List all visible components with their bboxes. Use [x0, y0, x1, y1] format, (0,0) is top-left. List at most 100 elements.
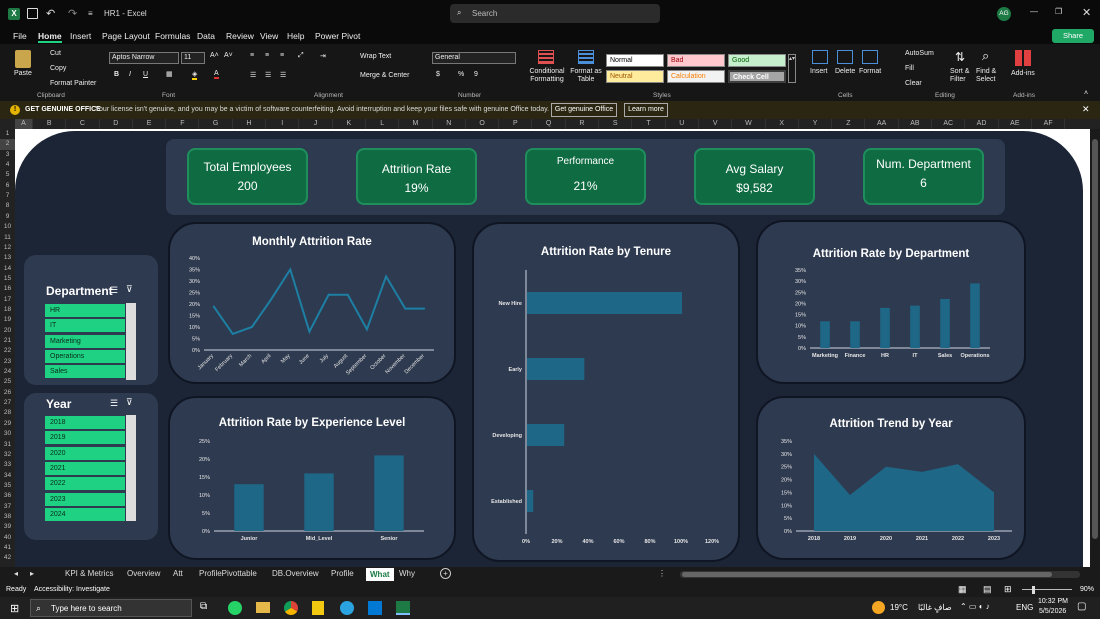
column-header[interactable]: H: [233, 119, 267, 129]
grow-font-icon[interactable]: A˄: [210, 52, 219, 59]
row-header[interactable]: 15: [0, 274, 15, 284]
insert-cells-button[interactable]: Insert: [810, 68, 828, 75]
telegram-icon[interactable]: [340, 601, 354, 615]
slicer-item[interactable]: HR: [45, 304, 125, 317]
row-header[interactable]: 9: [0, 212, 15, 222]
column-header[interactable]: I: [266, 119, 300, 129]
row-header[interactable]: 8: [0, 201, 15, 211]
sheet-tab[interactable]: Why: [399, 569, 415, 578]
align-left-icon[interactable]: ☰: [250, 71, 256, 79]
row-header[interactable]: 25: [0, 377, 15, 387]
find-select-button[interactable]: Find & Select: [976, 68, 1002, 84]
slicer-item[interactable]: Sales: [45, 365, 125, 379]
column-header[interactable]: C: [66, 119, 100, 129]
number-format-select[interactable]: General: [432, 52, 516, 64]
insert-cells-icon[interactable]: [812, 50, 828, 64]
clear-filter-icon[interactable]: ⊽: [126, 397, 133, 408]
menu-home[interactable]: Home: [38, 31, 62, 43]
sheet-tab[interactable]: Att: [173, 569, 183, 578]
sheet-tab[interactable]: Overview: [127, 569, 160, 578]
column-header[interactable]: X: [766, 119, 799, 129]
row-header[interactable]: 34: [0, 471, 15, 481]
row-header[interactable]: 21: [0, 336, 15, 346]
collapse-ribbon-icon[interactable]: ˄: [1084, 90, 1088, 97]
column-header[interactable]: P: [499, 119, 533, 129]
row-header[interactable]: 3: [0, 150, 15, 160]
addins-button[interactable]: Add-ins: [1011, 70, 1035, 77]
bold-icon[interactable]: B: [114, 71, 119, 78]
notification-icon[interactable]: ▢: [1077, 601, 1086, 612]
cut-button[interactable]: Cut: [50, 50, 61, 57]
fill-color-icon[interactable]: ◈: [192, 70, 198, 80]
minimize-icon[interactable]: —: [1030, 7, 1038, 16]
style-good[interactable]: Good: [728, 54, 786, 67]
close-icon[interactable]: ✕: [1082, 6, 1091, 19]
powerbi-icon[interactable]: [312, 601, 324, 615]
align-right-icon[interactable]: ☰: [280, 71, 286, 79]
column-header[interactable]: T: [632, 119, 666, 129]
chrome-icon[interactable]: [284, 601, 298, 615]
row-header[interactable]: 14: [0, 264, 15, 274]
slicer-item[interactable]: 2018: [45, 416, 125, 429]
row-header[interactable]: 13: [0, 253, 15, 263]
slicer-item[interactable]: 2021: [45, 461, 125, 475]
column-header[interactable]: F: [166, 119, 200, 129]
wrap-text-button[interactable]: Wrap Text: [360, 53, 391, 60]
orientation-icon[interactable]: ⤢: [298, 52, 304, 60]
department-slicer-scrollbar[interactable]: [126, 303, 136, 380]
slicer-item[interactable]: IT: [45, 319, 125, 333]
search-box[interactable]: ⌕ Search: [450, 4, 660, 23]
row-header[interactable]: 30: [0, 429, 15, 439]
font-size-select[interactable]: 11: [181, 52, 205, 64]
style-neutral[interactable]: Neutral: [606, 70, 664, 83]
column-header[interactable]: Z: [832, 119, 866, 129]
column-header[interactable]: R: [566, 119, 600, 129]
clear-filter-icon[interactable]: ⊽: [126, 284, 133, 295]
slicer-item[interactable]: Operations: [45, 349, 125, 363]
delete-cells-icon[interactable]: [837, 50, 853, 64]
menu-file[interactable]: File: [13, 31, 27, 41]
warning-close-icon[interactable]: ✕: [1082, 104, 1090, 115]
task-view-icon[interactable]: ⧉: [200, 601, 207, 612]
style-calculation[interactable]: Calculation: [667, 70, 725, 83]
column-header[interactable]: W: [732, 119, 766, 129]
row-header[interactable]: 39: [0, 522, 15, 532]
percent-icon[interactable]: %: [458, 71, 464, 78]
row-header[interactable]: 24: [0, 367, 15, 377]
sheet-tab[interactable]: KPI & Metrics: [65, 569, 113, 578]
add-sheet-icon[interactable]: +: [440, 568, 451, 579]
column-header[interactable]: AD: [965, 119, 999, 129]
column-header[interactable]: AE: [999, 119, 1032, 129]
language-indicator[interactable]: ENG: [1016, 603, 1033, 612]
row-header[interactable]: 41: [0, 543, 15, 553]
format-cells-button[interactable]: Format: [859, 68, 881, 75]
scroll-thumb[interactable]: [1092, 139, 1098, 539]
row-header[interactable]: 12: [0, 243, 15, 253]
paste-button[interactable]: Paste: [14, 70, 32, 77]
conditional-formatting-button[interactable]: Conditional Formatting: [527, 68, 567, 84]
row-header[interactable]: 22: [0, 346, 15, 356]
accessibility-status[interactable]: Accessibility: Investigate: [34, 586, 110, 593]
slicer-item[interactable]: 2024: [45, 507, 125, 521]
slicer-item[interactable]: 2020: [45, 446, 125, 460]
format-table-icon[interactable]: [578, 50, 594, 64]
align-top-icon[interactable]: ≡: [250, 52, 254, 59]
column-header[interactable]: B: [33, 119, 67, 129]
menu-insert[interactable]: Insert: [70, 31, 91, 41]
column-header[interactable]: A: [15, 119, 33, 129]
column-header[interactable]: E: [133, 119, 167, 129]
taskbar-search[interactable]: ⌕ Type here to search: [30, 599, 192, 617]
borders-icon[interactable]: ▦: [166, 70, 173, 78]
row-header[interactable]: 4: [0, 160, 15, 170]
maximize-icon[interactable]: ❐: [1055, 7, 1062, 16]
column-header[interactable]: Q: [533, 119, 566, 129]
sort-filter-button[interactable]: Sort & Filter: [950, 68, 974, 84]
slicer-item[interactable]: 2022: [45, 477, 125, 491]
column-header[interactable]: J: [299, 119, 333, 129]
paste-icon[interactable]: [15, 50, 31, 68]
row-header[interactable]: 19: [0, 315, 15, 325]
font-name-select[interactable]: Aptos Narrow: [109, 52, 179, 64]
styles-more-icon[interactable]: ▴▾: [788, 54, 796, 83]
copy-button[interactable]: Copy: [50, 65, 66, 72]
addins-icon[interactable]: [1015, 50, 1031, 66]
